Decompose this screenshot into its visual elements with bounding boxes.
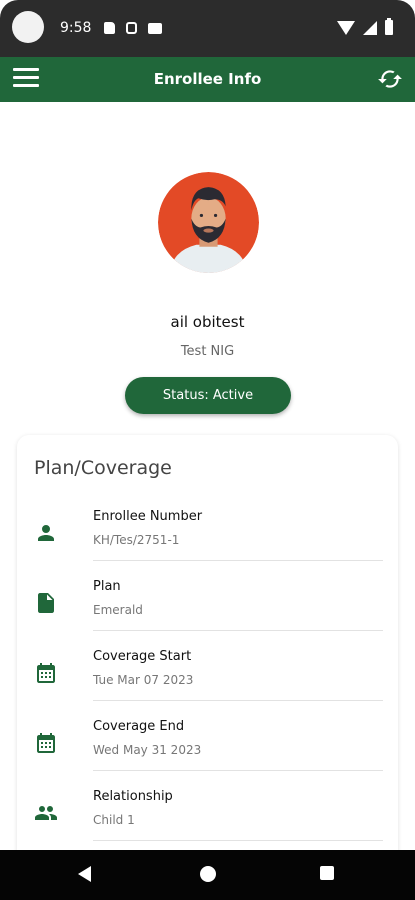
divider	[93, 840, 383, 841]
calendar-icon	[37, 663, 55, 683]
list-item-plan: Plan Emerald	[17, 561, 398, 631]
wifi-icon	[337, 20, 355, 35]
recent-apps-icon[interactable]	[320, 866, 334, 880]
enrollee-name: ail obitest	[170, 313, 245, 331]
signal-icon	[363, 20, 377, 35]
list-item-enrollee-number: Enrollee Number KH/Tes/2751-1	[17, 491, 398, 561]
item-label: Relationship	[93, 789, 173, 804]
group-icon	[35, 806, 57, 820]
list-item-relationship: Relationship Child 1	[17, 771, 398, 841]
system-navigation-bar	[0, 850, 415, 900]
status-bar: 9:58	[0, 0, 415, 57]
plan-coverage-card: Plan/Coverage Enrollee Number KH/Tes/275…	[17, 435, 398, 875]
list-item-coverage-start: Coverage Start Tue Mar 07 2023	[17, 631, 398, 701]
status-badge[interactable]: Status: Active	[125, 377, 291, 414]
item-label: Enrollee Number	[93, 509, 203, 524]
item-value: Tue Mar 07 2023	[93, 673, 194, 687]
avatar	[158, 172, 259, 273]
item-label: Coverage End	[93, 719, 185, 734]
item-label: Coverage Start	[93, 649, 192, 664]
back-icon[interactable]	[78, 866, 91, 882]
camera-cutout	[12, 11, 44, 43]
document-icon	[38, 593, 54, 613]
enrollee-organization: Test NIG	[180, 344, 235, 359]
item-value: Wed May 31 2023	[93, 743, 202, 757]
item-value: Child 1	[93, 813, 135, 827]
app-bar: Enrollee Info	[0, 57, 415, 102]
person-icon	[38, 525, 54, 541]
item-value: Emerald	[93, 603, 143, 617]
status-time: 9:58	[60, 20, 92, 36]
card-title: Plan/Coverage	[34, 457, 172, 479]
calendar-icon	[37, 733, 55, 753]
item-label: Plan	[93, 579, 121, 594]
app-notification-icon	[126, 22, 137, 34]
list-item-coverage-end: Coverage End Wed May 31 2023	[17, 701, 398, 771]
home-icon[interactable]	[200, 866, 216, 882]
message-icon	[148, 23, 162, 34]
refresh-icon[interactable]	[377, 66, 403, 92]
battery-icon	[385, 18, 393, 35]
sd-card-icon	[104, 22, 115, 34]
item-value: KH/Tes/2751-1	[93, 533, 180, 547]
page-title: Enrollee Info	[153, 70, 262, 88]
